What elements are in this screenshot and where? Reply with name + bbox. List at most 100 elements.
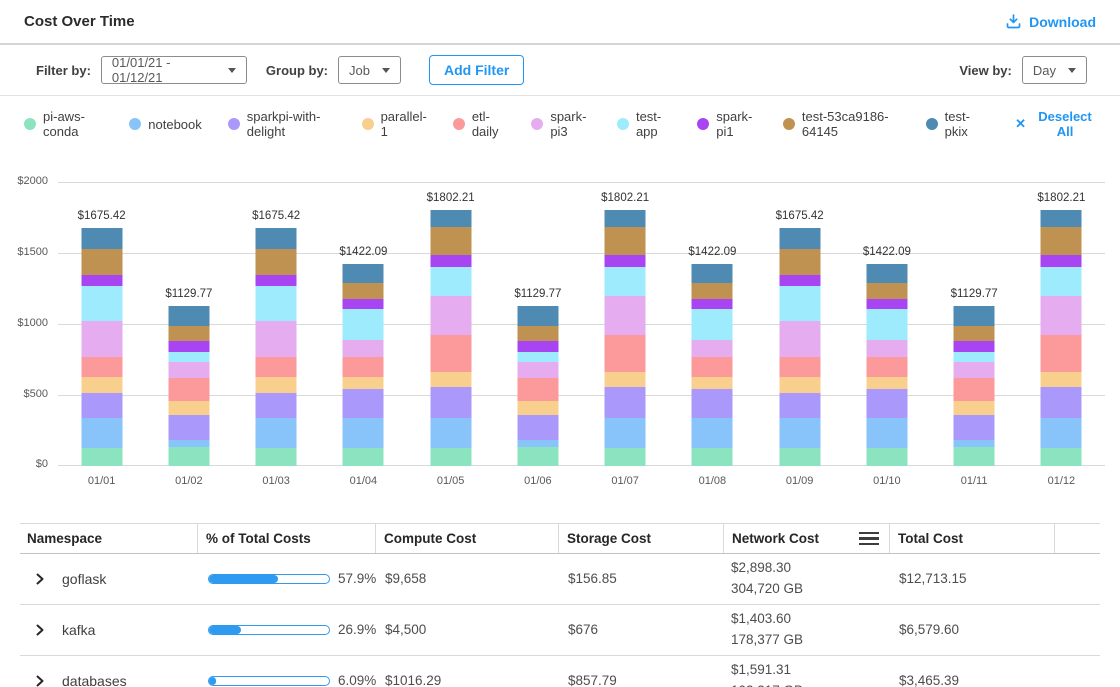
bar-segment-sparkpi-with-delight[interactable] [81, 393, 122, 418]
bar-segment-pi-aws-conda[interactable] [866, 448, 907, 466]
bar-segment-spark-pi1[interactable] [692, 299, 733, 310]
bar-segment-test-app[interactable] [343, 309, 384, 340]
bar-segment-etl-daily[interactable] [517, 378, 558, 401]
bar-segment-test-53ca9186-64145[interactable] [954, 326, 995, 341]
bar-segment-sparkpi-with-delight[interactable] [605, 387, 646, 418]
bar-segment-test-pkix[interactable] [779, 228, 820, 249]
column-menu-icon[interactable] [859, 530, 879, 548]
bar-segment-spark-pi3[interactable] [343, 340, 384, 357]
bar-segment-notebook[interactable] [954, 440, 995, 447]
bar-segment-spark-pi1[interactable] [168, 341, 209, 352]
bar-segment-notebook[interactable] [779, 418, 820, 448]
bar-segment-test-app[interactable] [1041, 267, 1082, 297]
bar-segment-spark-pi1[interactable] [343, 299, 384, 310]
bar-01/10[interactable] [866, 264, 907, 466]
bar-segment-etl-daily[interactable] [168, 378, 209, 401]
bar-segment-spark-pi3[interactable] [168, 362, 209, 378]
bar-segment-notebook[interactable] [430, 418, 471, 447]
bar-segment-sparkpi-with-delight[interactable] [692, 389, 733, 417]
bar-segment-parallel-1[interactable] [954, 401, 995, 415]
bar-01/12[interactable] [1041, 210, 1082, 466]
bar-segment-pi-aws-conda[interactable] [779, 448, 820, 466]
bar-segment-etl-daily[interactable] [256, 357, 297, 377]
bar-segment-pi-aws-conda[interactable] [1041, 448, 1082, 466]
bar-segment-spark-pi3[interactable] [779, 321, 820, 358]
bar-segment-test-app[interactable] [866, 309, 907, 340]
bar-segment-sparkpi-with-delight[interactable] [168, 415, 209, 440]
bar-segment-test-app[interactable] [168, 352, 209, 362]
bar-segment-spark-pi1[interactable] [256, 275, 297, 286]
bar-segment-spark-pi1[interactable] [866, 299, 907, 310]
expand-row-button[interactable] [34, 573, 46, 585]
legend-item-test-53ca9186-64145[interactable]: test-53ca9186-64145 [783, 109, 900, 139]
add-filter-button[interactable]: Add Filter [429, 55, 524, 85]
bar-segment-parallel-1[interactable] [866, 377, 907, 390]
bar-segment-parallel-1[interactable] [81, 377, 122, 393]
bar-segment-spark-pi3[interactable] [81, 321, 122, 358]
bar-01/02[interactable] [168, 306, 209, 466]
view-by-select[interactable]: Day [1022, 56, 1087, 84]
bar-segment-test-app[interactable] [954, 352, 995, 362]
bar-segment-etl-daily[interactable] [81, 357, 122, 377]
bar-segment-test-53ca9186-64145[interactable] [256, 249, 297, 275]
bar-segment-pi-aws-conda[interactable] [692, 448, 733, 466]
bar-segment-spark-pi1[interactable] [430, 255, 471, 266]
bar-segment-sparkpi-with-delight[interactable] [256, 393, 297, 418]
bar-segment-test-app[interactable] [605, 267, 646, 297]
legend-item-test-app[interactable]: test-app [617, 109, 671, 139]
bar-segment-test-53ca9186-64145[interactable] [866, 283, 907, 299]
bar-segment-test-pkix[interactable] [517, 306, 558, 327]
bar-segment-test-53ca9186-64145[interactable] [605, 227, 646, 255]
bar-segment-test-53ca9186-64145[interactable] [517, 326, 558, 341]
bar-segment-etl-daily[interactable] [779, 357, 820, 377]
bar-segment-test-pkix[interactable] [954, 306, 995, 327]
bar-segment-parallel-1[interactable] [605, 372, 646, 387]
bar-segment-sparkpi-with-delight[interactable] [517, 415, 558, 440]
bar-segment-spark-pi1[interactable] [954, 341, 995, 352]
bar-segment-pi-aws-conda[interactable] [430, 448, 471, 466]
bar-segment-spark-pi1[interactable] [779, 275, 820, 286]
bar-segment-etl-daily[interactable] [605, 335, 646, 372]
bar-segment-test-app[interactable] [430, 267, 471, 297]
bar-segment-spark-pi3[interactable] [692, 340, 733, 357]
bar-segment-parallel-1[interactable] [168, 401, 209, 415]
bar-01/05[interactable] [430, 210, 471, 466]
bar-segment-pi-aws-conda[interactable] [605, 448, 646, 466]
bar-segment-test-53ca9186-64145[interactable] [779, 249, 820, 275]
bar-segment-notebook[interactable] [866, 418, 907, 448]
bar-01/11[interactable] [954, 306, 995, 466]
bar-segment-notebook[interactable] [517, 440, 558, 447]
bar-segment-etl-daily[interactable] [866, 357, 907, 376]
bar-segment-sparkpi-with-delight[interactable] [779, 393, 820, 418]
bar-segment-sparkpi-with-delight[interactable] [866, 389, 907, 417]
bar-segment-test-app[interactable] [779, 286, 820, 320]
bar-segment-spark-pi3[interactable] [256, 321, 297, 358]
legend-item-sparkpi-with-delight[interactable]: sparkpi-with-delight [228, 109, 336, 139]
bar-segment-notebook[interactable] [692, 418, 733, 448]
bar-segment-test-pkix[interactable] [256, 228, 297, 249]
bar-segment-notebook[interactable] [343, 418, 384, 448]
legend-item-pi-aws-conda[interactable]: pi-aws-conda [24, 109, 103, 139]
group-by-select[interactable]: Job [338, 56, 401, 84]
bar-segment-pi-aws-conda[interactable] [168, 447, 209, 466]
bar-segment-parallel-1[interactable] [256, 377, 297, 393]
bar-01/08[interactable] [692, 264, 733, 466]
bar-segment-notebook[interactable] [605, 418, 646, 447]
bar-segment-parallel-1[interactable] [343, 377, 384, 390]
bar-segment-test-app[interactable] [256, 286, 297, 320]
bar-segment-etl-daily[interactable] [430, 335, 471, 372]
bar-segment-notebook[interactable] [256, 418, 297, 448]
bar-segment-sparkpi-with-delight[interactable] [343, 389, 384, 417]
bar-segment-parallel-1[interactable] [517, 401, 558, 415]
bar-01/01[interactable] [81, 228, 122, 466]
bar-segment-test-app[interactable] [692, 309, 733, 340]
bar-segment-notebook[interactable] [168, 440, 209, 447]
bar-segment-spark-pi3[interactable] [866, 340, 907, 357]
bar-segment-test-pkix[interactable] [81, 228, 122, 249]
bar-01/07[interactable] [605, 210, 646, 466]
date-range-select[interactable]: 01/01/21 - 01/12/21 [101, 56, 247, 84]
bar-segment-pi-aws-conda[interactable] [517, 447, 558, 466]
bar-segment-spark-pi3[interactable] [430, 296, 471, 335]
bar-01/04[interactable] [343, 264, 384, 466]
bar-segment-parallel-1[interactable] [692, 377, 733, 390]
